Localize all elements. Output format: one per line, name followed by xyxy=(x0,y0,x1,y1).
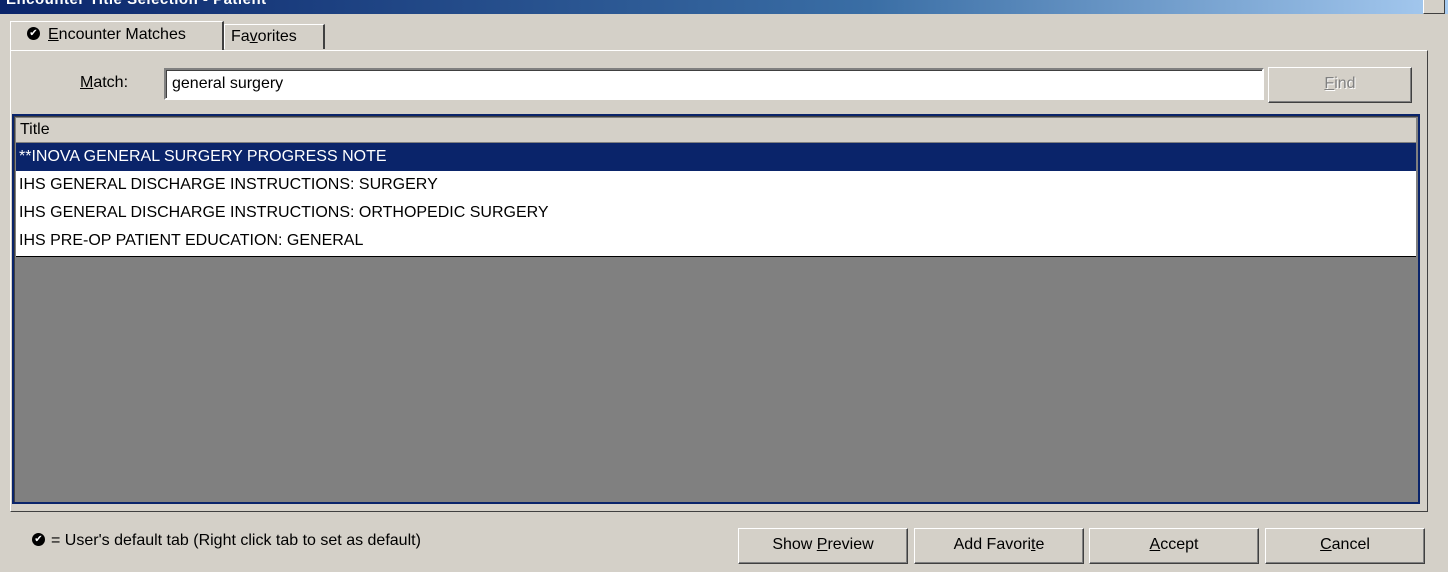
tab-favorites[interactable]: Favorites xyxy=(224,24,325,49)
check-circle-icon: ✔ xyxy=(32,533,45,547)
button-label-mnemonic: C xyxy=(1320,536,1332,553)
default-tab-note-text: = User's default tab (Right click tab to… xyxy=(51,532,421,549)
add-favorite-button[interactable]: Add Favorite xyxy=(914,528,1084,564)
cancel-button[interactable]: Cancel xyxy=(1265,528,1425,564)
find-mnemonic: F xyxy=(1324,75,1335,92)
title-list-items: Title **INOVA GENERAL SURGERY PROGRESS N… xyxy=(16,118,1416,257)
list-item[interactable]: IHS GENERAL DISCHARGE INSTRUCTIONS: ORTH… xyxy=(16,199,1416,227)
default-tab-note: ✔ = User's default tab (Right click tab t… xyxy=(32,532,421,550)
tab-label-after: orites xyxy=(257,28,297,45)
show-preview-button[interactable]: Show Preview xyxy=(738,528,908,564)
tab-label-mnemonic: E xyxy=(48,26,59,43)
tab-label-after: ncounter Matches xyxy=(58,26,186,43)
match-label-rest: atch: xyxy=(93,74,129,91)
close-button[interactable] xyxy=(1423,0,1445,14)
button-label-after: ccept xyxy=(1160,536,1199,553)
button-label-mnemonic: A xyxy=(1149,536,1161,553)
button-label-before: Add Favori xyxy=(953,536,1031,553)
accept-button[interactable]: Accept xyxy=(1089,528,1259,564)
tab-label-mnemonic: v xyxy=(249,28,258,45)
button-label-after: ancel xyxy=(1331,536,1370,553)
window-title: Encounter Title Selection - Patient xyxy=(6,0,267,8)
match-input[interactable] xyxy=(164,68,1264,100)
find-button[interactable]: Find xyxy=(1268,67,1412,103)
list-item[interactable]: IHS PRE-OP PATIENT EDUCATION: GENERAL xyxy=(16,227,1416,255)
check-circle-icon: ✔ xyxy=(27,27,40,41)
find-label: ind xyxy=(1334,75,1356,92)
tab-label-before: Fa xyxy=(231,28,250,45)
list-item[interactable]: **INOVA GENERAL SURGERY PROGRESS NOTE xyxy=(16,143,1416,171)
match-label-mnemonic: M xyxy=(80,74,94,91)
match-label: Match: xyxy=(80,74,128,92)
button-label-before: Show xyxy=(772,536,817,553)
list-item[interactable]: IHS GENERAL DISCHARGE INSTRUCTIONS: SURG… xyxy=(16,171,1416,199)
button-label-after: review xyxy=(827,536,874,553)
title-list[interactable]: Title **INOVA GENERAL SURGERY PROGRESS N… xyxy=(12,114,1420,504)
button-label-mnemonic: P xyxy=(816,536,828,553)
column-header-title[interactable]: Title xyxy=(16,118,1416,143)
title-bar: Encounter Title Selection - Patient xyxy=(0,0,1448,14)
tab-encounter-matches[interactable]: ✔ Encounter Matches xyxy=(10,21,224,50)
button-label-after: e xyxy=(1035,536,1045,553)
